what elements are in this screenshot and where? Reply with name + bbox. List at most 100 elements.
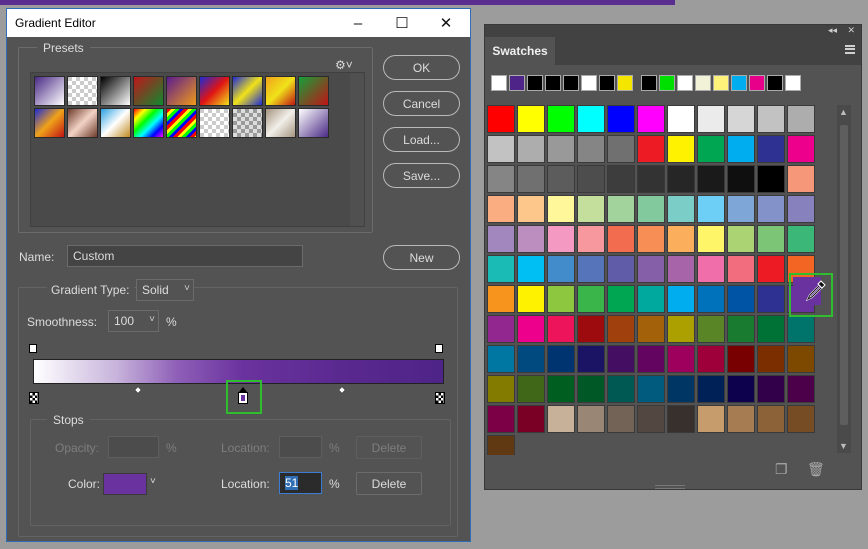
gradient-preset[interactable]: [265, 108, 296, 138]
swatch[interactable]: [547, 105, 575, 133]
smoothness-field[interactable]: 100 ˅: [108, 310, 159, 332]
swatch[interactable]: [727, 195, 755, 223]
swatch[interactable]: [607, 195, 635, 223]
gradient-preset[interactable]: [166, 108, 197, 138]
swatch[interactable]: [607, 375, 635, 403]
new-swatch-icon[interactable]: ❐: [775, 461, 788, 478]
color-stop-left[interactable]: [29, 392, 39, 404]
swatch[interactable]: [487, 375, 515, 403]
gradient-preset[interactable]: [298, 108, 329, 138]
swatch[interactable]: [697, 195, 725, 223]
recent-swatch[interactable]: [491, 75, 507, 91]
gradient-preset[interactable]: [67, 108, 98, 138]
swatch[interactable]: [667, 105, 695, 133]
swatch[interactable]: [577, 255, 605, 283]
swatch[interactable]: [697, 255, 725, 283]
load-button[interactable]: Load...: [383, 127, 460, 152]
swatch[interactable]: [667, 225, 695, 253]
swatch[interactable]: [757, 195, 785, 223]
swatch[interactable]: [517, 225, 545, 253]
swatch[interactable]: [727, 165, 755, 193]
swatch[interactable]: [667, 375, 695, 403]
gear-icon[interactable]: ⚙˅: [335, 58, 353, 72]
swatch[interactable]: [757, 285, 785, 313]
color-stop-right[interactable]: [435, 392, 445, 404]
swatch[interactable]: [727, 135, 755, 163]
swatch[interactable]: [757, 225, 785, 253]
swatch[interactable]: [577, 195, 605, 223]
swatch[interactable]: [727, 405, 755, 433]
scrollbar-thumb[interactable]: [840, 125, 848, 425]
gradient-preset[interactable]: [100, 108, 131, 138]
swatch[interactable]: [577, 345, 605, 373]
swatch[interactable]: [757, 165, 785, 193]
scroll-up-icon[interactable]: ▲: [839, 107, 848, 117]
swatch[interactable]: [607, 285, 635, 313]
recent-swatch[interactable]: [731, 75, 747, 91]
swatch[interactable]: [787, 375, 815, 403]
stop-color-swatch[interactable]: [103, 473, 147, 495]
swatch[interactable]: [547, 405, 575, 433]
swatch[interactable]: [517, 285, 545, 313]
close-icon[interactable]: ✕: [847, 25, 855, 36]
swatch[interactable]: [547, 225, 575, 253]
new-button[interactable]: New: [383, 245, 460, 270]
opacity-stop-left[interactable]: [29, 344, 37, 353]
swatch[interactable]: [607, 135, 635, 163]
gradient-preset[interactable]: [199, 76, 230, 106]
recent-swatch[interactable]: [581, 75, 597, 91]
swatch[interactable]: [697, 405, 725, 433]
swatch[interactable]: [517, 195, 545, 223]
swatch[interactable]: [727, 375, 755, 403]
swatch[interactable]: [517, 345, 545, 373]
recent-swatch[interactable]: [749, 75, 765, 91]
swatch[interactable]: [637, 135, 665, 163]
gradient-preset[interactable]: [133, 108, 164, 138]
swatch[interactable]: [487, 315, 515, 343]
swatch[interactable]: [517, 135, 545, 163]
swatch[interactable]: [547, 285, 575, 313]
swatch[interactable]: [607, 105, 635, 133]
swatch[interactable]: [517, 165, 545, 193]
swatch[interactable]: [607, 225, 635, 253]
swatch[interactable]: [517, 375, 545, 403]
swatch[interactable]: [607, 255, 635, 283]
swatch[interactable]: [787, 195, 815, 223]
swatch[interactable]: [577, 165, 605, 193]
swatch[interactable]: [757, 135, 785, 163]
swatch[interactable]: [757, 375, 785, 403]
swatch[interactable]: [787, 135, 815, 163]
swatch[interactable]: [517, 315, 545, 343]
recent-swatch[interactable]: [563, 75, 579, 91]
swatch[interactable]: [577, 135, 605, 163]
recent-swatch[interactable]: [641, 75, 657, 91]
scroll-down-icon[interactable]: ▼: [839, 441, 848, 451]
swatch[interactable]: [697, 165, 725, 193]
swatch[interactable]: [607, 345, 635, 373]
recent-swatch[interactable]: [767, 75, 783, 91]
minimize-icon[interactable]: –: [336, 9, 380, 37]
swatch[interactable]: [547, 195, 575, 223]
swatch[interactable]: [607, 315, 635, 343]
swatch[interactable]: [757, 315, 785, 343]
swatch[interactable]: [487, 285, 515, 313]
swatch[interactable]: [787, 315, 815, 343]
gradient-type-select[interactable]: Solid ˅: [136, 279, 194, 301]
swatch[interactable]: [727, 105, 755, 133]
swatch[interactable]: [547, 135, 575, 163]
swatch[interactable]: [697, 315, 725, 343]
recent-swatch[interactable]: [545, 75, 561, 91]
gradient-preset[interactable]: [67, 76, 98, 106]
swatch[interactable]: [667, 255, 695, 283]
swatch[interactable]: [667, 165, 695, 193]
swatch[interactable]: [577, 375, 605, 403]
swatch[interactable]: [787, 165, 815, 193]
gradient-preset[interactable]: [232, 76, 263, 106]
swatch[interactable]: [577, 225, 605, 253]
swatch[interactable]: [637, 345, 665, 373]
swatch[interactable]: [637, 315, 665, 343]
swatch[interactable]: [487, 435, 515, 455]
swatch[interactable]: [697, 285, 725, 313]
swatch[interactable]: [577, 285, 605, 313]
swatch[interactable]: [517, 405, 545, 433]
